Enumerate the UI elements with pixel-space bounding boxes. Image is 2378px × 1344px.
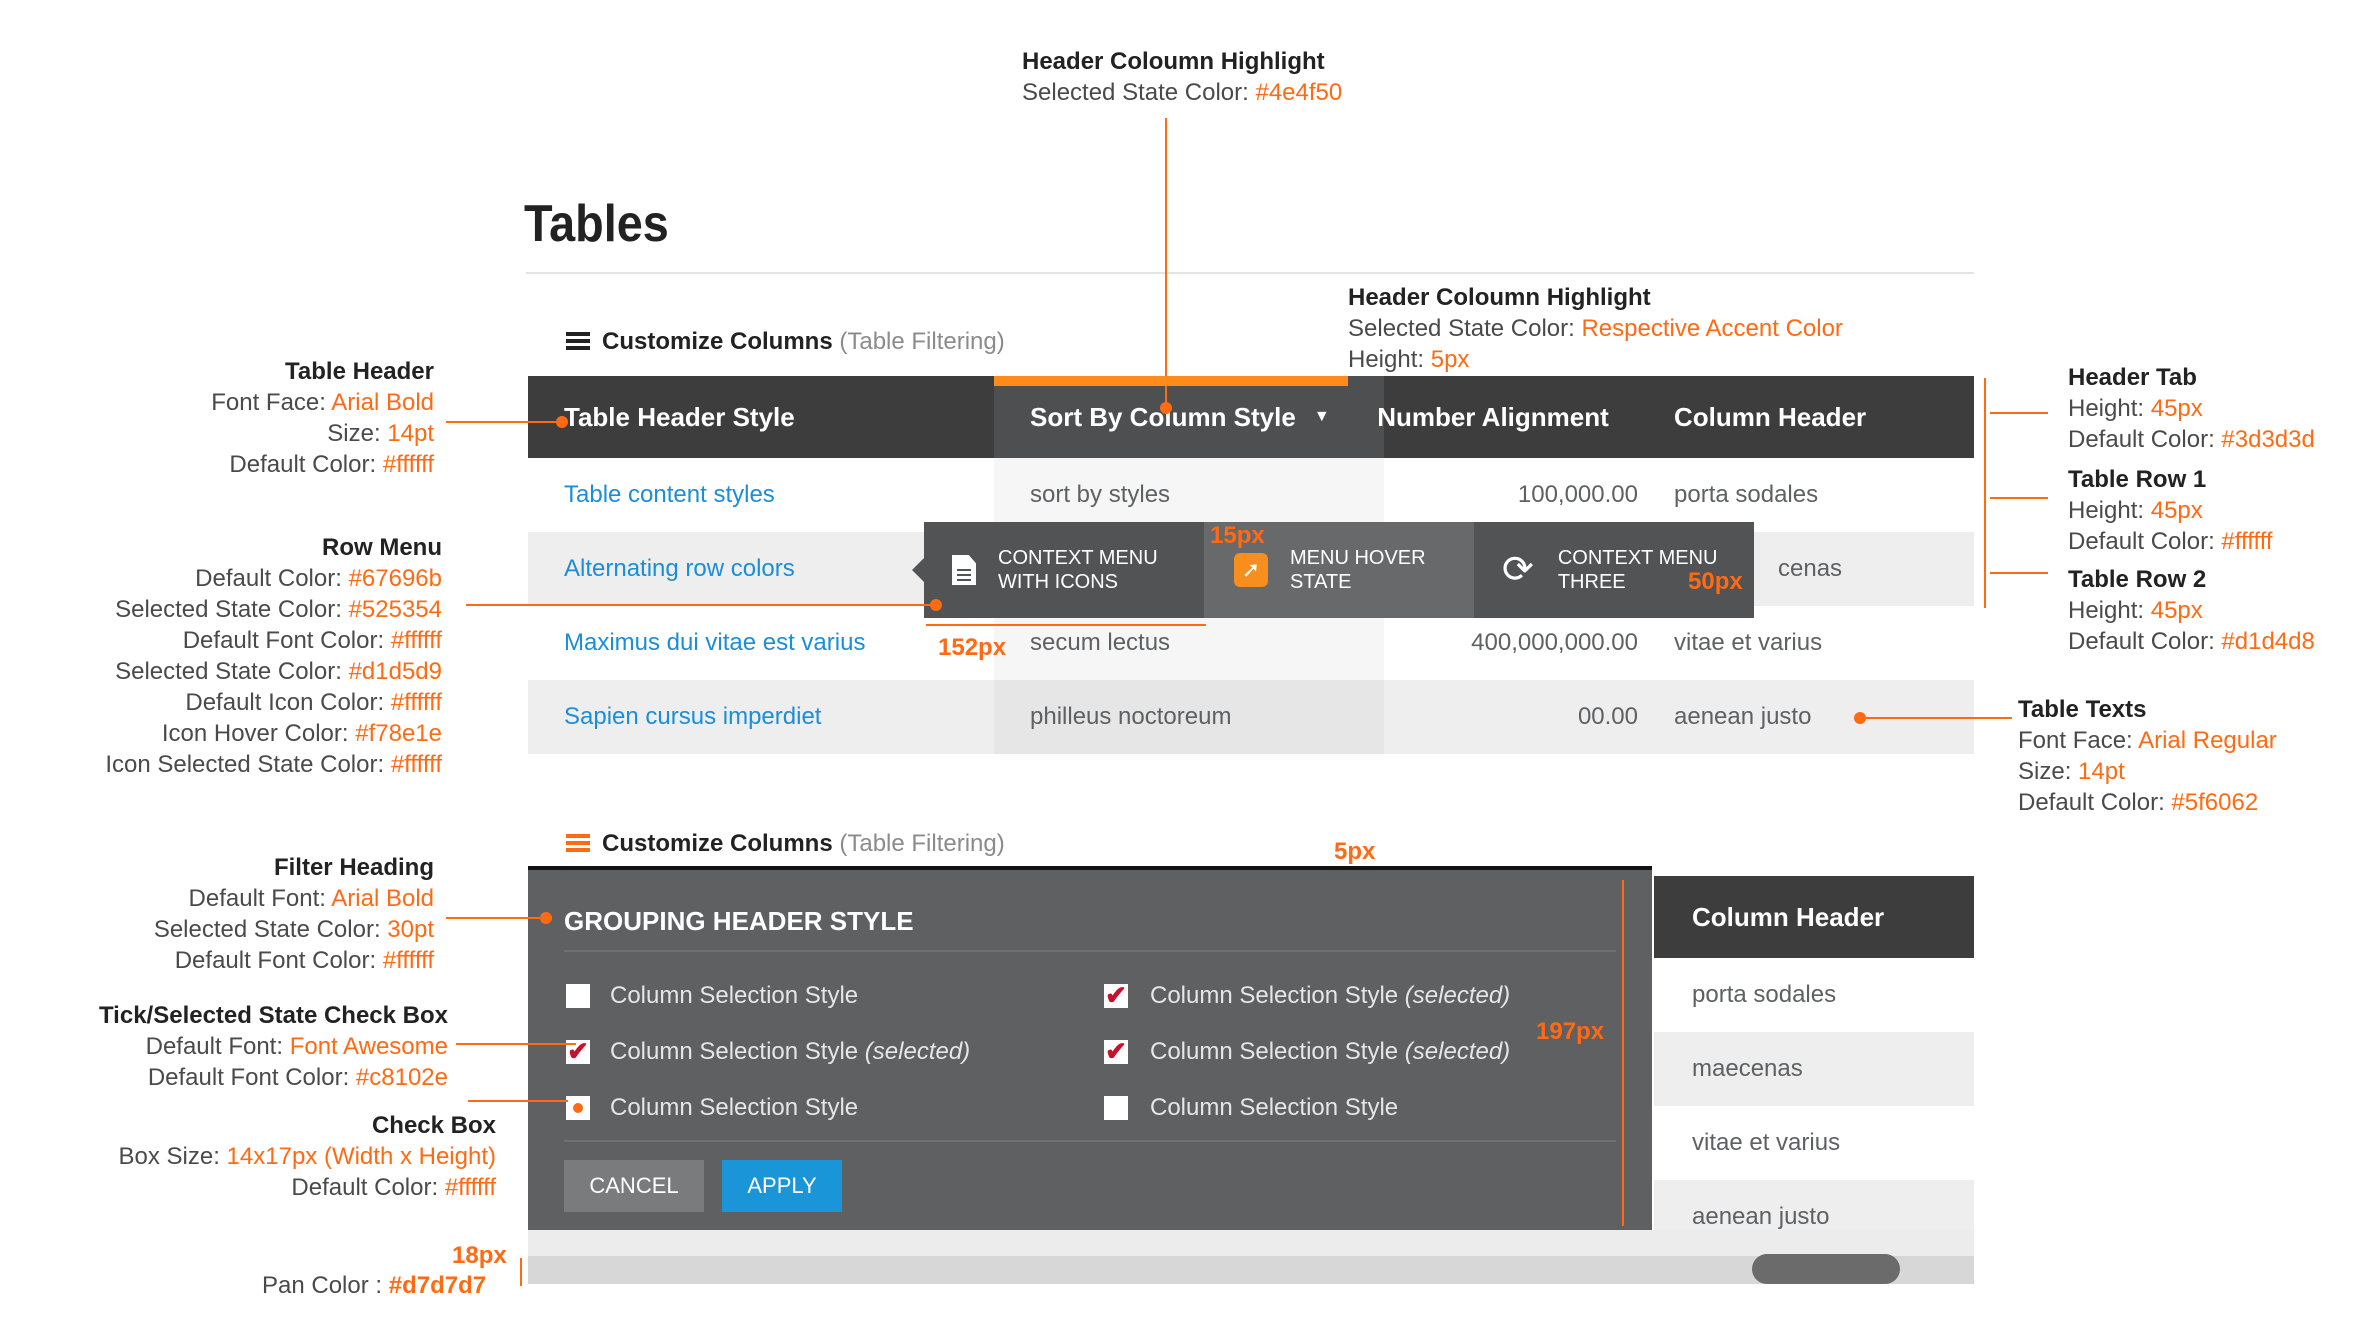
list-icon	[566, 331, 590, 351]
annotation-pan: Pan Color : #d7d7d7	[262, 1272, 487, 1299]
table-cell: aenean justo	[1674, 703, 1812, 730]
table-cell: porta sodales	[1654, 958, 1974, 1032]
panel-divider	[564, 950, 1616, 952]
column-header: Column Header	[1654, 876, 1974, 958]
annotation-top-highlight: Header Coloumn Highlight Selected State …	[1022, 48, 1343, 106]
dimension-label: 15px	[1210, 522, 1265, 549]
list-icon	[566, 833, 590, 853]
checkbox-checked[interactable]: ✔	[1104, 1038, 1128, 1064]
row-link[interactable]: Maximus dui vitae est varius	[564, 606, 865, 680]
dimension-label: 18px	[452, 1242, 507, 1269]
row-link[interactable]: Alternating row colors	[564, 532, 795, 606]
leader-line	[1860, 717, 2012, 719]
cancel-button[interactable]: CANCEL	[564, 1160, 704, 1212]
leader-line	[446, 421, 562, 423]
dimension-label: 152px	[938, 634, 1007, 661]
leader-line	[466, 604, 936, 606]
title-divider	[526, 272, 1974, 274]
table-cell: porta sodales	[1674, 481, 1819, 508]
dimension-bracket	[1984, 378, 1986, 608]
row-context-menu: CONTEXT MENU WITH ICONS ➚ MENU HOVER STATE…	[912, 522, 1754, 618]
column-filter-panel: GROUPING HEADER STYLE Column Selection S…	[528, 870, 1652, 1230]
checkbox-label: Column Selection Style (selected)	[610, 1038, 971, 1065]
leader-line	[1165, 118, 1167, 408]
customize-columns-sub: (Table Filtering)	[839, 830, 1005, 857]
table-cell: 00.00	[1577, 703, 1638, 730]
annotation-table-header: Table Header Font Face: Arial Bold Size:…	[211, 358, 434, 478]
checkbox-checked[interactable]: ✔	[1104, 982, 1128, 1008]
annotation-table-texts: Table Texts Font Face: Arial Regular Siz…	[2018, 696, 2277, 816]
table-row[interactable]: Table content styles sort by styles 100,…	[528, 458, 1974, 532]
document-icon	[952, 555, 976, 585]
check-icon: ✔	[567, 1036, 589, 1066]
leader-dot	[930, 599, 942, 611]
dimension-label: 5px	[1334, 838, 1376, 865]
pan-scrollbar-thumb[interactable]	[1752, 1254, 1900, 1284]
column-highlight-bar	[994, 376, 1348, 386]
check-icon: ✔	[1105, 980, 1127, 1010]
leader-line	[468, 1100, 568, 1102]
page-title: Tables	[524, 195, 669, 253]
header-cell[interactable]: Number Alignment	[1348, 376, 1638, 458]
header-cell[interactable]: Table Header Style	[528, 376, 1030, 458]
table-cell: 100,000.00	[1517, 481, 1638, 508]
annotation-highlight-height: Header Coloumn Highlight Selected State …	[1348, 284, 1843, 373]
annotation-row-menu: Row Menu Default Color: #67696b Selected…	[105, 534, 442, 778]
dimension-bracket	[1622, 880, 1624, 1226]
customize-columns-sub: (Table Filtering)	[839, 328, 1005, 355]
dimension-label: 50px	[1688, 568, 1743, 595]
annotation-filter-heading: Filter Heading Default Font: Arial Bold …	[153, 854, 434, 974]
filter-heading: GROUPING HEADER STYLE	[564, 906, 914, 936]
dimension-bracket	[520, 1258, 522, 1286]
dot-marker	[573, 1103, 583, 1113]
customize-columns-toggle-active[interactable]: Customize Columns (Table Filtering)	[566, 830, 1005, 858]
checkbox-label: Column Selection Style	[1150, 1094, 1399, 1121]
leader-dot	[1854, 712, 1866, 724]
checkbox-label: Column Selection Style (selected)	[1150, 982, 1511, 1009]
context-menu-item[interactable]: CONTEXT MENU WITH ICONS	[924, 522, 1204, 618]
checkbox[interactable]	[1104, 1096, 1128, 1120]
header-cell[interactable]: Column Header	[1638, 376, 2010, 458]
table-cell: sort by styles	[994, 458, 1384, 532]
panel-divider	[564, 1140, 1616, 1142]
check-icon: ✔	[1105, 1036, 1127, 1066]
annotation-check-box: Check Box Box Size: 14x17px (Width x Hei…	[118, 1112, 497, 1201]
table-cell: cenas	[1778, 555, 1843, 582]
checkbox[interactable]	[566, 1096, 590, 1120]
checkbox[interactable]	[566, 984, 590, 1008]
checkbox-label: Column Selection Style	[610, 982, 859, 1009]
refresh-icon: ⟳	[1502, 549, 1534, 591]
dimension-bracket	[926, 624, 1206, 626]
dimension-label: 197px	[1536, 1018, 1605, 1045]
checkbox-label: Column Selection Style	[610, 1094, 859, 1121]
row-link[interactable]: Table content styles	[564, 458, 775, 532]
leader-line	[1990, 497, 2048, 499]
share-icon: ➚	[1234, 553, 1268, 587]
row-link[interactable]: Sapien cursus imperdiet	[564, 680, 821, 754]
caret-down-icon: ▼	[1313, 408, 1330, 425]
table-header-row: Table Header Style Sort By Column Style …	[528, 376, 1974, 458]
menu-pointer	[912, 558, 924, 582]
leader-line	[456, 1043, 576, 1045]
annotation-row-2: Table Row 2 Height: 45px Default Color: …	[2068, 566, 2315, 655]
checkbox-label: Column Selection Style (selected)	[1150, 1038, 1511, 1065]
leader-line	[446, 917, 546, 919]
table-row[interactable]: Sapien cursus imperdiet philleus noctore…	[528, 680, 1974, 754]
customize-columns-toggle[interactable]: Customize Columns (Table Filtering)	[566, 328, 1005, 356]
table-cell: vitae et varius	[1654, 1106, 1974, 1180]
annotation-tick-box: Tick/Selected State Check Box Default Fo…	[98, 1002, 448, 1091]
apply-button[interactable]: APPLY	[722, 1160, 842, 1212]
leader-dot	[556, 416, 568, 428]
annotation-header-tab: Header Tab Height: 45px Default Color: #…	[2068, 364, 2315, 453]
leader-dot	[1160, 402, 1172, 414]
leader-line	[1990, 412, 2048, 414]
header-cell-sorted[interactable]: Sort By Column Style ▼	[994, 376, 1384, 458]
annotation-row-1: Table Row 1 Height: 45px Default Color: …	[2068, 466, 2273, 555]
table-cell: philleus noctoreum	[994, 680, 1384, 754]
customize-columns-label: Customize Columns	[602, 830, 833, 857]
leader-line	[1990, 572, 2048, 574]
customize-columns-label: Customize Columns	[602, 328, 833, 355]
table-cell: maecenas	[1654, 1032, 1974, 1106]
leader-dot	[540, 912, 552, 924]
